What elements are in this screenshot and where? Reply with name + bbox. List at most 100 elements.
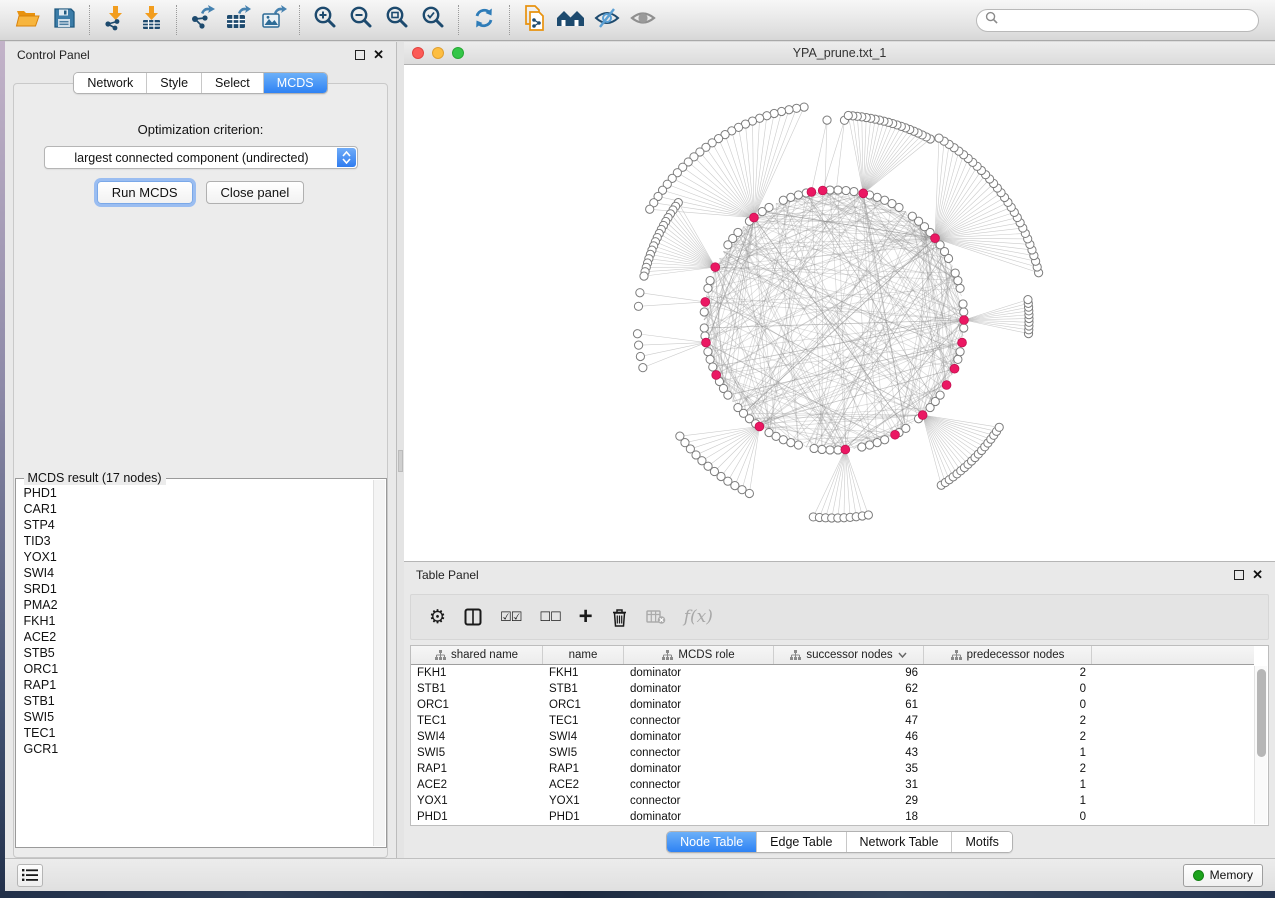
run-mcds-button[interactable]: Run MCDS [97, 181, 193, 204]
tab-motifs[interactable]: Motifs [952, 832, 1011, 852]
tab-network-table[interactable]: Network Table [847, 832, 953, 852]
zoom-fit-button[interactable] [379, 3, 415, 37]
table-cell[interactable]: 29 [774, 795, 924, 807]
result-node-item[interactable]: TEC1 [24, 725, 372, 741]
hide-selected-button[interactable] [589, 3, 625, 37]
result-node-item[interactable]: RAP1 [24, 677, 372, 693]
close-table-panel-icon[interactable]: ✕ [1252, 570, 1263, 580]
table-cell[interactable]: 2 [924, 763, 1092, 775]
table-cell[interactable]: dominator [624, 667, 774, 679]
tab-style[interactable]: Style [147, 73, 202, 93]
table-cell[interactable]: 43 [774, 747, 924, 759]
add-row-button[interactable]: + [579, 607, 593, 627]
import-table-button[interactable] [133, 3, 169, 37]
select-all-button[interactable]: ☑☑ [500, 610, 521, 625]
table-cell[interactable]: 1 [924, 795, 1092, 807]
result-node-item[interactable]: PHD1 [24, 485, 372, 501]
table-cell[interactable]: TEC1 [543, 715, 624, 727]
column-header-predecessor-nodes[interactable]: predecessor nodes [924, 646, 1092, 664]
table-cell[interactable]: 35 [774, 763, 924, 775]
column-header-successor-nodes[interactable]: successor nodes [774, 646, 924, 664]
table-cell[interactable]: connector [624, 795, 774, 807]
table-cell[interactable]: 1 [924, 747, 1092, 759]
show-column-button[interactable] [464, 608, 482, 626]
table-row[interactable]: ORC1ORC1dominator610 [411, 697, 1254, 713]
table-cell[interactable]: 61 [774, 699, 924, 711]
close-panel-button[interactable]: Close panel [206, 181, 305, 204]
delete-row-button[interactable] [611, 608, 628, 627]
table-cell[interactable]: 0 [924, 811, 1092, 823]
table-cell[interactable]: ACE2 [411, 779, 543, 791]
table-cell[interactable]: 1 [924, 779, 1092, 791]
table-cell[interactable]: 18 [774, 811, 924, 823]
result-node-item[interactable]: CAR1 [24, 501, 372, 517]
table-cell[interactable]: 0 [924, 699, 1092, 711]
tab-node-table[interactable]: Node Table [667, 832, 757, 852]
table-cell[interactable]: ORC1 [411, 699, 543, 711]
export-image-button[interactable] [256, 3, 292, 37]
result-node-item[interactable]: GCR1 [24, 741, 372, 757]
table-cell[interactable]: dominator [624, 763, 774, 775]
table-cell[interactable]: connector [624, 747, 774, 759]
mcds-result-list[interactable]: PHD1CAR1STP4TID3YOX1SWI4SRD1PMA2FKH1ACE2… [24, 485, 372, 845]
result-node-item[interactable]: SRD1 [24, 581, 372, 597]
import-network-button[interactable] [97, 3, 133, 37]
float-panel-icon[interactable] [355, 50, 365, 60]
criterion-dropdown[interactable]: largest connected component (undirected) [44, 146, 358, 169]
table-cell[interactable]: STB1 [543, 683, 624, 695]
table-cell[interactable]: SWI5 [411, 747, 543, 759]
table-cell[interactable]: dominator [624, 699, 774, 711]
table-cell[interactable]: RAP1 [543, 763, 624, 775]
result-node-item[interactable]: SWI5 [24, 709, 372, 725]
result-node-item[interactable]: PMA2 [24, 597, 372, 613]
table-cell[interactable]: dominator [624, 731, 774, 743]
result-node-item[interactable]: ORC1 [24, 661, 372, 677]
table-cell[interactable]: SWI4 [411, 731, 543, 743]
task-history-button[interactable] [17, 864, 43, 887]
table-row[interactable]: STB1STB1dominator620 [411, 681, 1254, 697]
zoom-out-button[interactable] [343, 3, 379, 37]
open-file-button[interactable] [10, 3, 46, 37]
table-cell[interactable]: SWI4 [543, 731, 624, 743]
table-cell[interactable]: 31 [774, 779, 924, 791]
tab-edge-table[interactable]: Edge Table [757, 832, 846, 852]
zoom-selected-button[interactable] [415, 3, 451, 37]
result-node-item[interactable]: STP4 [24, 517, 372, 533]
table-cell[interactable]: connector [624, 779, 774, 791]
result-node-item[interactable]: FKH1 [24, 613, 372, 629]
table-row[interactable]: SWI5SWI5connector431 [411, 745, 1254, 761]
show-all-button[interactable] [553, 3, 589, 37]
result-node-item[interactable]: YOX1 [24, 549, 372, 565]
result-list-scrollbar[interactable] [373, 480, 385, 846]
table-cell[interactable]: YOX1 [543, 795, 624, 807]
splitter-grip-icon[interactable] [398, 450, 403, 472]
result-node-item[interactable]: TID3 [24, 533, 372, 549]
result-node-item[interactable]: STB1 [24, 693, 372, 709]
search-field[interactable] [976, 9, 1259, 32]
column-header-mcds-role[interactable]: MCDS role [624, 646, 774, 664]
refresh-button[interactable] [466, 3, 502, 37]
tab-select[interactable]: Select [202, 73, 264, 93]
table-row[interactable]: FKH1FKH1dominator962 [411, 665, 1254, 681]
deselect-all-button[interactable]: ☐☐ [539, 610, 560, 625]
table-cell[interactable]: RAP1 [411, 763, 543, 775]
table-cell[interactable]: dominator [624, 811, 774, 823]
table-cell[interactable]: ORC1 [543, 699, 624, 711]
export-table-button[interactable] [220, 3, 256, 37]
table-cell[interactable]: connector [624, 715, 774, 727]
table-cell[interactable]: 96 [774, 667, 924, 679]
result-node-item[interactable]: STB5 [24, 645, 372, 661]
tab-mcds[interactable]: MCDS [264, 73, 327, 93]
show-selected-button[interactable] [625, 3, 661, 37]
tab-network[interactable]: Network [74, 73, 147, 93]
network-graph[interactable] [404, 65, 1271, 561]
table-row[interactable]: PHD1PHD1dominator180 [411, 809, 1254, 825]
table-cell[interactable]: 2 [924, 715, 1092, 727]
table-cell[interactable]: 2 [924, 667, 1092, 679]
table-scrollbar[interactable] [1254, 666, 1267, 824]
table-settings-button[interactable]: ⚙ [429, 606, 446, 628]
table-cell[interactable]: dominator [624, 683, 774, 695]
table-cell[interactable]: TEC1 [411, 715, 543, 727]
table-cell[interactable]: 62 [774, 683, 924, 695]
column-header-shared-name[interactable]: shared name [411, 646, 543, 664]
